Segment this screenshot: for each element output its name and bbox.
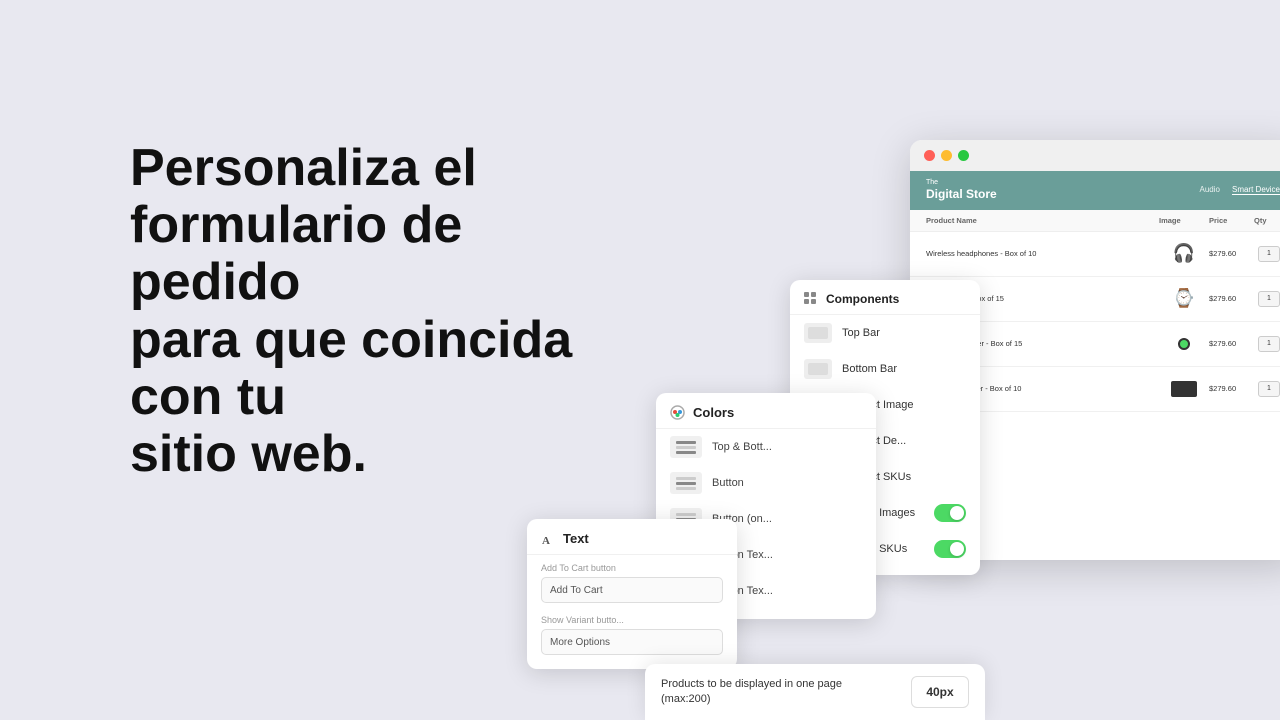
product-qty: 1	[1254, 381, 1280, 397]
components-panel-title: Components	[790, 280, 980, 315]
variant-images-toggle[interactable]	[934, 504, 966, 522]
store-nav: Audio Smart Devices	[1200, 185, 1280, 195]
add-cart-input[interactable]: Add To Cart	[541, 577, 723, 603]
products-per-page-panel: Products to be displayed in one page (ma…	[645, 664, 985, 720]
product-image: 🎧	[1159, 240, 1209, 268]
product-image	[1159, 375, 1209, 403]
product-qty: 1	[1254, 336, 1280, 352]
products-per-page-input[interactable]: 40px	[911, 676, 969, 708]
color-swatch	[670, 472, 702, 494]
hero-title: Personaliza el formulario de pedido para…	[130, 140, 610, 483]
dot-red	[924, 150, 935, 161]
product-price: $279.60	[1209, 249, 1254, 258]
products-per-page-label: Products to be displayed in one page (ma…	[661, 677, 861, 708]
hero-section: Personaliza el formulario de pedido para…	[130, 140, 610, 483]
window-titlebar	[910, 140, 1280, 171]
topbar-icon	[804, 323, 832, 343]
product-image	[1159, 330, 1209, 358]
variant-skus-toggle[interactable]	[934, 540, 966, 558]
components-icon	[804, 292, 818, 306]
dot-green	[958, 150, 969, 161]
colors-icon	[670, 405, 685, 420]
product-price: $279.60	[1209, 384, 1254, 393]
product-table-header: Product Name Image Price Qty	[910, 210, 1280, 232]
product-qty: 1	[1254, 246, 1280, 262]
product-price: $279.60	[1209, 294, 1254, 303]
color-row-button[interactable]: Button	[656, 465, 876, 501]
variant-section: Show Variant butto... More Options	[527, 607, 737, 659]
product-qty: 1	[1254, 291, 1280, 307]
text-panel: A Text Add To Cart button Add To Cart Sh…	[527, 519, 737, 669]
store-nav-smart[interactable]: Smart Devices	[1232, 185, 1280, 195]
variant-label: Show Variant butto...	[541, 615, 723, 625]
store-nav-audio[interactable]: Audio	[1200, 185, 1220, 195]
product-image: ⌚	[1159, 285, 1209, 313]
text-panel-title: A Text	[527, 519, 737, 555]
colors-panel-title: Colors	[656, 393, 876, 429]
color-swatch	[670, 436, 702, 458]
text-icon: A	[541, 532, 555, 546]
panel-item-topbar[interactable]: Top Bar	[790, 315, 980, 351]
variant-input[interactable]: More Options	[541, 629, 723, 655]
add-cart-section: Add To Cart button Add To Cart	[527, 555, 737, 607]
store-logo: The Digital Store	[926, 179, 997, 202]
svg-text:A: A	[542, 535, 550, 546]
add-cart-label: Add To Cart button	[541, 563, 723, 573]
color-row-topbottom[interactable]: Top & Bott...	[656, 429, 876, 465]
bottombar-icon	[804, 359, 832, 379]
panel-item-bottombar[interactable]: Bottom Bar	[790, 351, 980, 387]
product-price: $279.60	[1209, 339, 1254, 348]
store-header: The Digital Store Audio Smart Devices	[910, 171, 1280, 210]
product-name: Wireless headphones - Box of 10	[926, 249, 1159, 259]
table-row: Wireless headphones - Box of 10 🎧 $279.6…	[910, 232, 1280, 277]
dot-yellow	[941, 150, 952, 161]
